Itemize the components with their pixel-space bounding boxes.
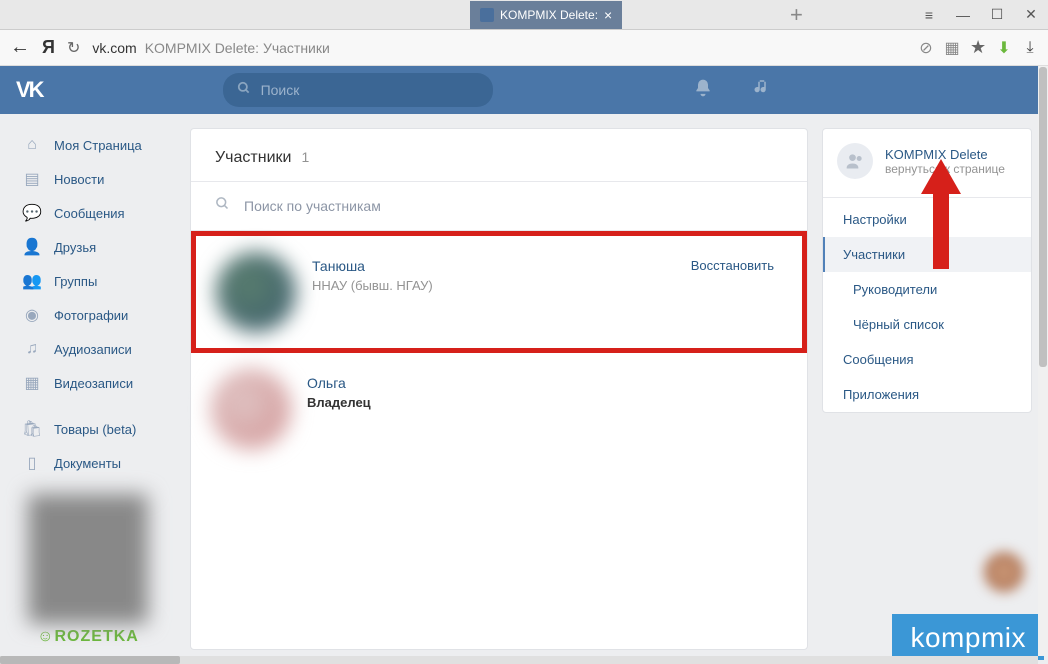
- browser-tab-active[interactable]: KOMPMIX Delete: ×: [470, 1, 622, 29]
- avatar[interactable]: [216, 252, 296, 332]
- download-arrow-icon[interactable]: ⬇: [996, 40, 1012, 56]
- nav-audio[interactable]: ♫Аудиозаписи: [16, 332, 176, 366]
- doc-icon: ▯: [22, 453, 42, 473]
- music-icon[interactable]: [753, 78, 771, 103]
- members-panel: Участники 1 Танюша ННАУ (бывш. НГАУ) Вос…: [190, 128, 808, 650]
- watermark: kompmix: [892, 614, 1044, 660]
- group-subtitle-link[interactable]: вернуться к странице: [885, 162, 1005, 176]
- lock-icon[interactable]: ▦: [944, 40, 960, 56]
- notifications-icon[interactable]: [693, 78, 713, 103]
- horizontal-scrollbar[interactable]: [0, 656, 1038, 664]
- group-card: KOMPMIX Delete вернуться к странице Наст…: [822, 128, 1032, 413]
- minimize-icon[interactable]: —: [956, 8, 970, 22]
- reload-button[interactable]: ↻: [67, 38, 80, 58]
- nav-market[interactable]: 🛍Товары (beta): [16, 412, 176, 446]
- member-role: Владелец: [307, 395, 787, 410]
- member-row: Танюша ННАУ (бывш. НГАУ) Восстановить: [191, 231, 807, 353]
- vk-header: VK: [0, 66, 1048, 114]
- url-title: KOMPMIX Delete: Участники: [145, 40, 330, 56]
- close-tab-icon[interactable]: ×: [604, 7, 612, 23]
- menu-settings[interactable]: Настройки: [823, 202, 1031, 237]
- vk-content: ⌂Моя Страница ▤Новости 💬Сообщения 👤Друзь…: [0, 114, 1048, 664]
- member-row: Ольга Владелец: [191, 353, 807, 465]
- nav-messages[interactable]: 💬Сообщения: [16, 196, 176, 230]
- avatar[interactable]: [211, 369, 291, 449]
- panel-header: Участники 1: [191, 129, 807, 182]
- friend-icon: 👤: [22, 237, 42, 257]
- vk-search-input[interactable]: [261, 82, 479, 98]
- groups-icon: 👥: [22, 271, 42, 291]
- home-icon: ⌂: [22, 135, 42, 155]
- downloads-icon[interactable]: ⤓: [1022, 40, 1038, 56]
- nav-news[interactable]: ▤Новости: [16, 162, 176, 196]
- restore-link[interactable]: Восстановить: [691, 252, 782, 273]
- ad-image: [28, 494, 148, 624]
- window-controls: ≡ — ☐ ✕: [922, 8, 1038, 22]
- message-icon: 💬: [22, 203, 42, 223]
- vertical-scrollbar[interactable]: [1038, 66, 1048, 656]
- menu-icon[interactable]: ≡: [922, 8, 936, 22]
- nav-video[interactable]: ▦Видеозаписи: [16, 366, 176, 400]
- panel-count: 1: [301, 149, 309, 165]
- maximize-icon[interactable]: ☐: [990, 8, 1004, 22]
- news-icon: ▤: [22, 169, 42, 189]
- settings-menu: Настройки Участники Руководители Чёрный …: [823, 202, 1031, 412]
- group-header[interactable]: KOMPMIX Delete вернуться к странице: [823, 129, 1031, 193]
- ad-brand: ☺ROZETKA: [18, 628, 158, 646]
- url-domain: vk.com: [92, 40, 136, 56]
- member-name[interactable]: Ольга: [307, 375, 787, 391]
- new-tab-button[interactable]: +: [790, 2, 803, 28]
- yandex-logo[interactable]: Я: [42, 37, 55, 58]
- member-list: Танюша ННАУ (бывш. НГАУ) Восстановить Ол…: [191, 231, 807, 465]
- address-bar[interactable]: vk.com KOMPMIX Delete: Участники: [92, 40, 906, 56]
- menu-messages[interactable]: Сообщения: [823, 342, 1031, 377]
- menu-members[interactable]: Участники: [823, 237, 1031, 272]
- member-subtitle: ННАУ (бывш. НГАУ): [312, 278, 675, 293]
- browser-tab-strip: KOMPMIX Delete: × + ≡ — ☐ ✕: [0, 0, 1048, 30]
- nav-my-page[interactable]: ⌂Моя Страница: [16, 128, 176, 162]
- vk-search[interactable]: [223, 73, 493, 107]
- menu-apps[interactable]: Приложения: [823, 377, 1031, 412]
- bag-icon: 🛍: [22, 419, 42, 439]
- headphones-icon: ♫: [22, 339, 42, 359]
- close-window-icon[interactable]: ✕: [1024, 8, 1038, 22]
- floating-avatar[interactable]: [984, 552, 1024, 592]
- vk-logo[interactable]: VK: [16, 77, 43, 103]
- nav-groups[interactable]: 👥Группы: [16, 264, 176, 298]
- panel-search[interactable]: [191, 182, 807, 231]
- nav-photos[interactable]: ◉Фотографии: [16, 298, 176, 332]
- browser-toolbar: ← Я ↻ vk.com KOMPMIX Delete: Участники ⊘…: [0, 30, 1048, 66]
- video-icon: ▦: [22, 373, 42, 393]
- menu-managers[interactable]: Руководители: [823, 272, 1031, 307]
- back-button[interactable]: ←: [10, 36, 30, 59]
- group-title: KOMPMIX Delete: [885, 147, 1005, 162]
- ad-block[interactable]: ☺ROZETKA: [18, 494, 158, 654]
- tab-title: KOMPMIX Delete:: [500, 8, 598, 22]
- group-avatar-icon: [837, 143, 873, 179]
- nav-friends[interactable]: 👤Друзья: [16, 230, 176, 264]
- search-icon: [215, 196, 230, 216]
- nav-docs[interactable]: ▯Документы: [16, 446, 176, 480]
- vk-favicon: [480, 8, 494, 22]
- bookmark-star-icon[interactable]: ★: [970, 40, 986, 56]
- members-search-input[interactable]: [244, 198, 783, 214]
- panel-title: Участники: [215, 149, 291, 167]
- search-icon: [237, 81, 251, 100]
- camera-icon: ◉: [22, 305, 42, 325]
- member-name[interactable]: Танюша: [312, 258, 675, 274]
- menu-blacklist[interactable]: Чёрный список: [823, 307, 1031, 342]
- ssl-icon[interactable]: ⊘: [918, 40, 934, 56]
